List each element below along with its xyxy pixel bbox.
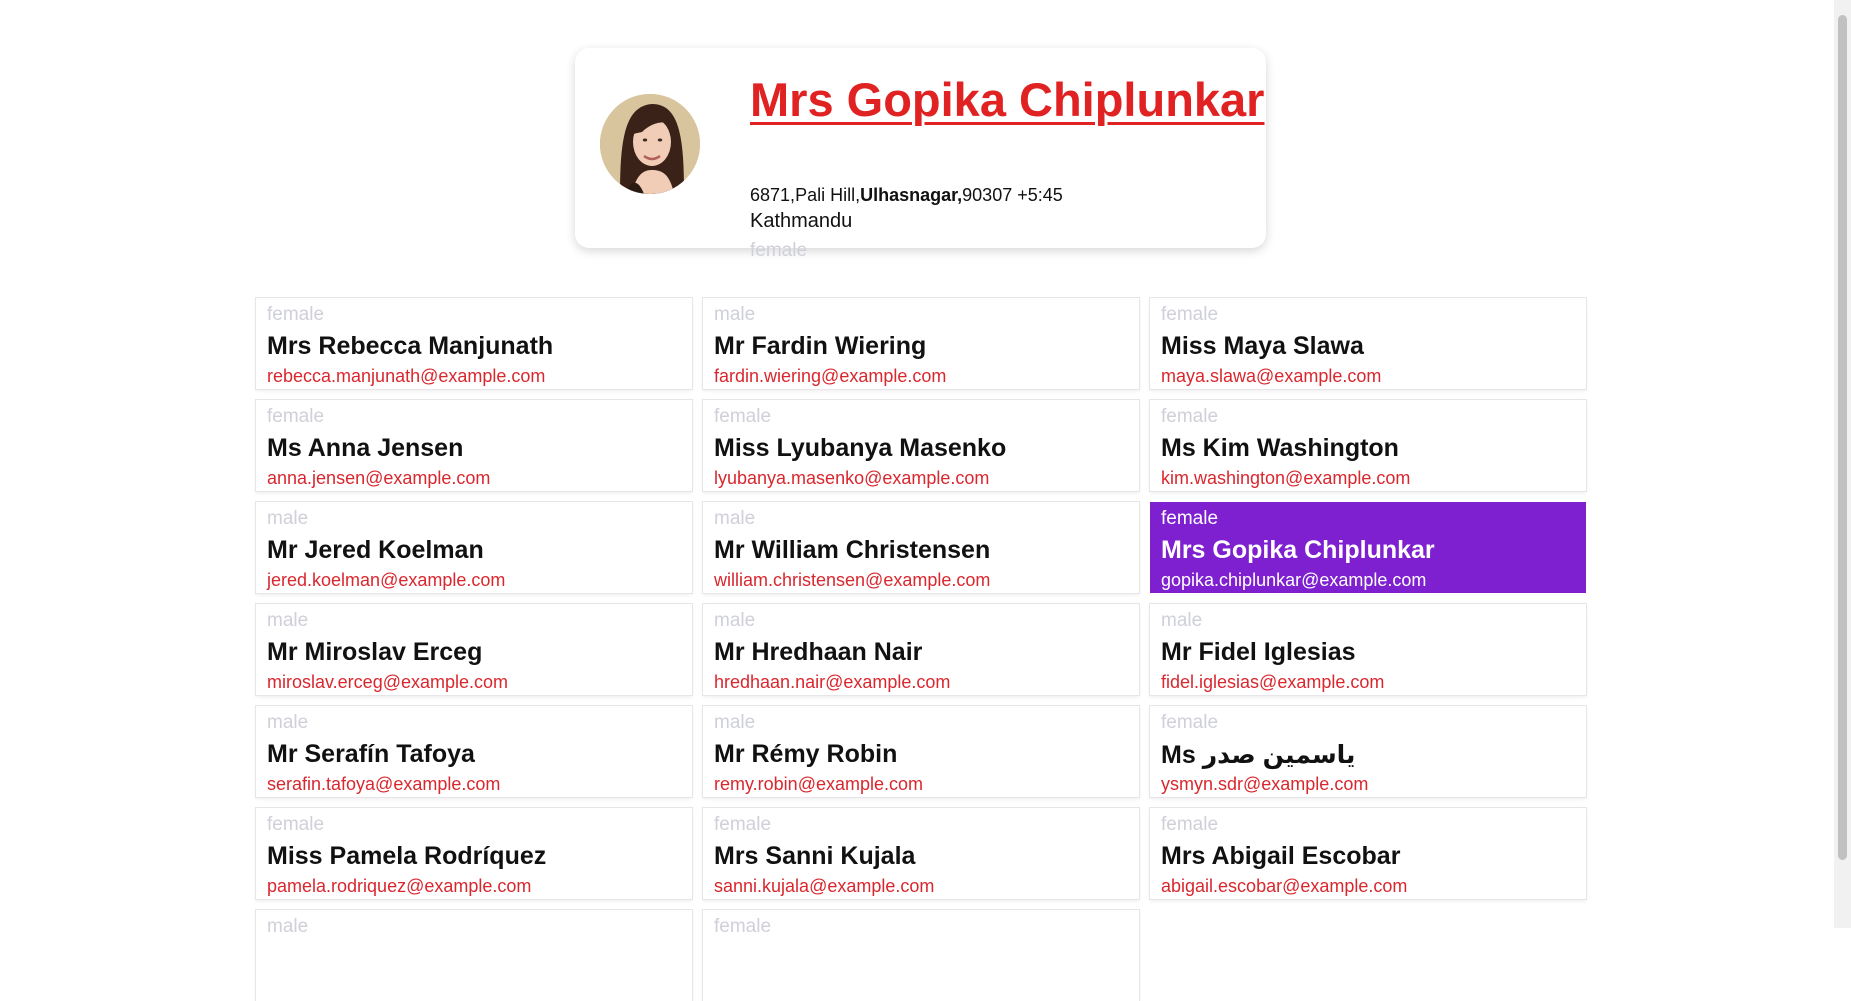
user-name: Mr William Christensen [714,536,991,564]
user-card[interactable]: male Mr Fardin Wiering fardin.wiering@exam… [703,298,1139,389]
user-name: Mrs Sanni Kujala [714,842,916,870]
user-card[interactable]: female Mrs Abigail Escobar abigail.escobar… [1150,808,1586,899]
user-gender: female [267,406,325,427]
user-gender: female [1161,712,1219,733]
user-gender: female [1161,814,1219,835]
user-name: Miss Pamela Rodríquez [267,842,547,870]
user-email: gopika.chiplunkar@example.com [1161,570,1427,590]
user-card[interactable]: male Mr William Christensen william.christ… [703,502,1139,593]
user-name: Mr Jered Koelman [267,536,484,564]
user-gender: male [714,712,756,733]
address-street: Pali Hill [795,185,856,205]
user-gender: female [714,916,772,937]
profile-card: Mrs Gopika Chiplunkar 6871,Pali Hill,Ulh… [575,48,1266,261]
page-scrollbar[interactable] [1834,0,1851,928]
user-card-selected[interactable]: female Mrs Gopika Chiplunkar gopika.chiplu… [1150,502,1586,593]
user-email: jered.koelman@example.com [267,570,506,590]
user-name: Miss Lyubanya Masenko [714,434,1007,462]
user-gender: male [714,304,756,325]
user-email: anna.jensen@example.com [267,468,491,488]
user-name: Mr Fardin Wiering [714,332,927,360]
user-email: pamela.rodriquez@example.com [267,876,532,896]
user-gender: male [714,508,756,529]
user-name: Ms ياسمين صدر [1161,741,1356,769]
user-email: fidel.iglesias@example.com [1161,672,1385,692]
user-gender: male [267,508,309,529]
user-card[interactable]: male Mr Jered Koelman jered.koelman@exampl… [256,502,692,593]
user-name: Ms Anna Jensen [267,434,464,462]
timezone-description: Kathmandu [750,210,853,232]
user-card[interactable]: female Ms Anna Jensen anna.jensen@example.… [256,400,692,491]
user-card[interactable]: male Mr Serafín Tafoya serafin.tafoya@exam… [256,706,692,797]
user-name: Ms Kim Washington [1161,434,1399,462]
user-email: abigail.escobar@example.com [1161,876,1408,896]
user-card[interactable]: female Ms Kim Washington kim.washington@ex… [1150,400,1586,491]
user-email: kim.washington@example.com [1161,468,1411,488]
user-card[interactable]: male Mr Hredhaan Nair hredhaan.nair@exampl… [703,604,1139,695]
user-name: Mrs Abigail Escobar [1161,842,1401,870]
user-card[interactable]: female Miss Maya Slawa maya.slawa@example.… [1150,298,1586,389]
user-name: Mr Rémy Robin [714,740,898,768]
user-email: william.christensen@example.com [714,570,991,590]
user-email: lyubanya.masenko@example.com [714,468,990,488]
user-name: Mr Hredhaan Nair [714,638,923,666]
user-card[interactable]: female Mrs Sanni Kujala sanni.kujala@examp… [703,808,1139,899]
user-gender: male [267,712,309,733]
user-email: hredhaan.nair@example.com [714,672,951,692]
address-city: Ulhasnagar [860,185,958,205]
user-gender: female [267,304,325,325]
user-email: maya.slawa@example.com [1161,366,1382,386]
user-email: serafin.tafoya@example.com [267,774,501,794]
user-card[interactable]: male Mr Fidel Iglesias fidel.iglesias@exam… [1150,604,1586,695]
user-card[interactable]: female Mrs Rebecca Manjunath rebecca.manju… [256,298,692,389]
user-gender: female [1161,406,1219,427]
user-name: Mr Serafín Tafoya [267,740,475,768]
user-gender: male [1161,610,1203,631]
scrollbar-thumb[interactable] [1838,15,1847,860]
user-gender: female [1161,304,1219,325]
user-gender: female [1161,508,1219,529]
user-card[interactable]: male Mr Rémy Robin remy.robin@example.com [703,706,1139,797]
user-email: miroslav.erceg@example.com [267,672,509,692]
user-name: Mrs Rebecca Manjunath [267,332,554,360]
timezone-offset: +5:45 [1017,185,1063,205]
user-name: Miss Maya Slawa [1161,332,1364,360]
address-number: 6871 [750,185,791,205]
user-email: remy.robin@example.com [714,774,924,794]
profile-address: 6871,Pali Hill,Ulhasnagar,90307 +5:45 [750,185,1063,205]
user-email: ysmyn.sdr@example.com [1161,774,1369,794]
user-name: Mr Miroslav Erceg [267,638,483,666]
avatar [600,94,700,194]
avatar-image [600,94,700,194]
user-card[interactable]: female Miss Pamela Rodríquez pamela.rodriq… [256,808,692,899]
user-name: Mrs Gopika Chiplunkar [1161,536,1435,564]
user-card[interactable]: female Ms ياسمين صدر ysmyn.sdr@example.com [1150,706,1586,797]
user-gender: female [714,814,772,835]
address-postcode: 90307 [962,185,1013,205]
user-card[interactable]: male Mr Miroslav Erceg miroslav.erceg@exam… [256,604,692,695]
user-gender: male [267,610,309,631]
user-gender: male [267,916,309,937]
user-email: sanni.kujala@example.com [714,876,935,896]
user-email: rebecca.manjunath@example.com [267,366,546,386]
profile-name-link[interactable]: Mrs Gopika Chiplunkar [750,72,1264,127]
user-email: fardin.wiering@example.com [714,366,947,386]
user-card[interactable]: female [703,910,1139,1001]
user-name: Mr Fidel Iglesias [1161,638,1356,666]
profile-gender: female [750,240,808,261]
user-grid: female Mrs Rebecca Manjunath rebecca.manju… [256,298,1586,1001]
user-card[interactable]: female Miss Lyubanya Masenko lyubanya.mase… [703,400,1139,491]
user-card[interactable]: male [256,910,692,1001]
user-gender: female [714,406,772,427]
user-gender: female [267,814,325,835]
user-gender: male [714,610,756,631]
